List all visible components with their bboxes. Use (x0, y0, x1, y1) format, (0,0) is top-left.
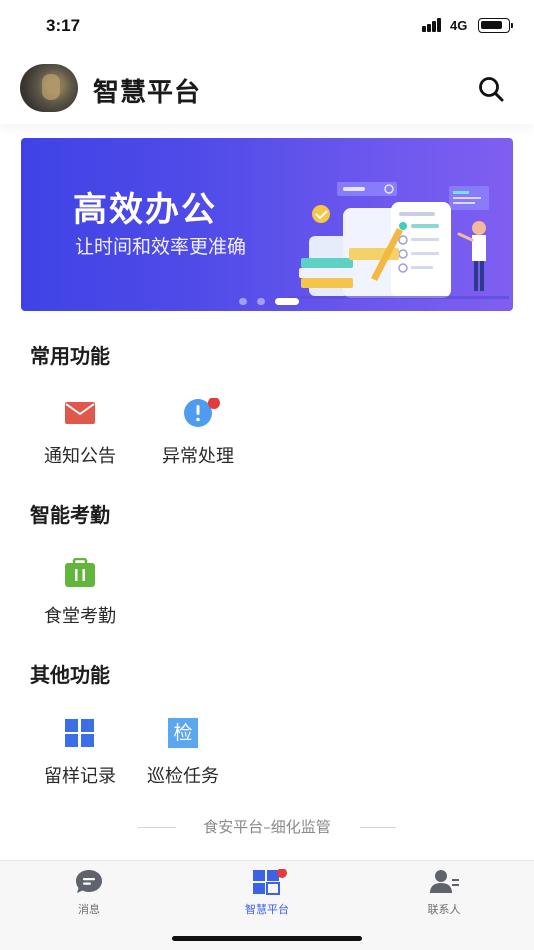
carousel-dot[interactable] (239, 298, 247, 305)
avatar[interactable] (20, 64, 78, 112)
banner-subtitle: 让时间和效率更准确 (75, 236, 247, 258)
signal-icon (422, 18, 446, 32)
office-illustration (289, 182, 509, 299)
tab-label-messages: 消息 (78, 903, 100, 916)
banner-title: 高效办公 (73, 190, 217, 230)
home-indicator (172, 936, 362, 941)
sample-record-tile[interactable]: 留样记录 (25, 718, 135, 798)
grid-icon (253, 869, 287, 895)
mail-icon (65, 402, 95, 424)
carousel-dot[interactable] (275, 298, 299, 305)
sample-record-label: 留样记录 (44, 766, 116, 787)
notice-tile[interactable]: 通知公告 (25, 398, 135, 478)
tab-messages[interactable]: 消息 (29, 869, 149, 919)
tab-contacts[interactable]: 联系人 (384, 869, 504, 919)
tab-label-contacts: 联系人 (427, 903, 461, 916)
section-title-attendance: 智能考勤 (30, 503, 110, 527)
tab-label-smart-platform: 智慧平台 (245, 903, 289, 916)
footer-slogan: 食安平台–细化监管 (0, 816, 534, 838)
inspection-task-label: 巡检任务 (147, 766, 219, 787)
contacts-icon (430, 870, 459, 893)
app-header: 智慧平台 (0, 52, 534, 124)
carousel-dot[interactable] (257, 298, 265, 305)
canteen-attendance-tile[interactable]: 食堂考勤 (25, 558, 135, 638)
briefcase-icon (65, 558, 95, 587)
search-icon[interactable] (476, 74, 506, 104)
battery-icon (478, 18, 513, 33)
section-title-common: 常用功能 (30, 344, 110, 368)
notice-label: 通知公告 (44, 446, 116, 467)
inspection-icon: 检 (168, 718, 198, 748)
battery-level (481, 21, 502, 29)
divider-right (360, 827, 396, 828)
alert-icon (184, 398, 220, 427)
inspection-task-tile[interactable]: 检 巡检任务 (128, 718, 238, 798)
exception-tile[interactable]: 异常处理 (143, 398, 253, 478)
exception-label: 异常处理 (162, 446, 234, 467)
status-time: 3:17 (46, 16, 81, 35)
grid-icon (65, 719, 94, 747)
tab-smart-platform[interactable]: 智慧平台 (207, 869, 327, 919)
status-bar: 3:17 4G (0, 0, 534, 52)
slogan-text: 食安平台–细化监管 (203, 818, 331, 836)
network-label: 4G (450, 18, 468, 33)
message-icon (76, 870, 102, 893)
promo-banner[interactable]: 高效办公 让时间和效率更准确 (21, 138, 513, 311)
page-title: 智慧平台 (93, 78, 202, 108)
section-title-other: 其他功能 (30, 663, 110, 687)
canteen-attendance-label: 食堂考勤 (44, 606, 116, 627)
